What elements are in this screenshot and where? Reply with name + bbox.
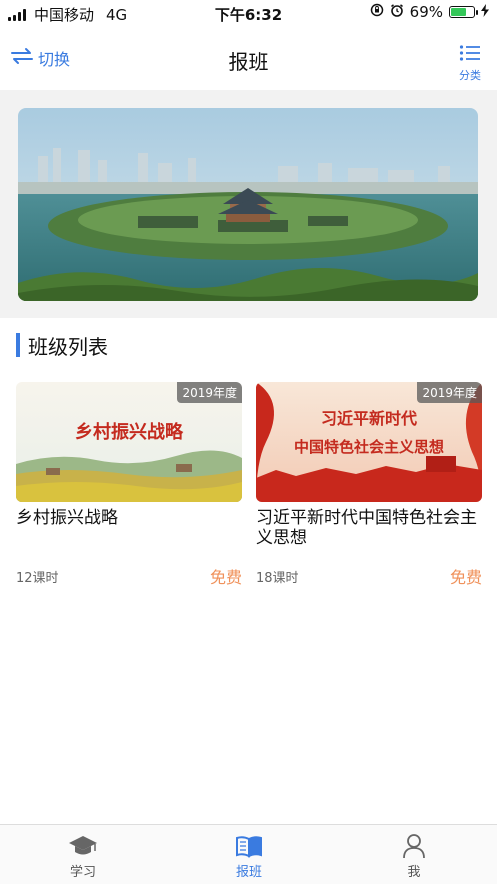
course-title: 乡村振兴战略	[16, 508, 118, 528]
battery-percent: 69%	[409, 3, 443, 21]
tab-bar: 学习 报班 我	[0, 824, 497, 884]
course-thumbnail[interactable]: 乡村振兴战略 2019年度	[16, 382, 242, 502]
alarm-icon	[390, 3, 404, 21]
category-button[interactable]: 分类	[457, 44, 483, 83]
tab-study[interactable]: 学习	[43, 831, 123, 880]
course-price: 免费	[209, 568, 242, 587]
course-meta: 18课时 免费	[256, 564, 482, 588]
thumb-title-text: 乡村振兴战略	[75, 421, 184, 442]
person-icon	[374, 831, 454, 861]
course-card[interactable]: 习近平新时代 中国特色社会主义思想 2019年度 习近平新时代中国特色社会主义思…	[256, 382, 482, 588]
status-right: 69%	[370, 3, 489, 21]
nav-bar: 切换 报班 分类	[0, 26, 497, 90]
tab-me-label: 我	[407, 865, 421, 880]
thumb-title-line2: 中国特色社会主义思想	[294, 438, 444, 456]
course-meta: 12课时 免费	[16, 564, 242, 588]
page-title: 报班	[228, 50, 269, 74]
tab-enroll-label: 报班	[235, 865, 262, 880]
graduation-cap-icon	[43, 831, 123, 861]
course-hours: 18课时	[256, 570, 299, 586]
year-badge: 2019年度	[417, 382, 482, 403]
tab-enroll[interactable]: 报班	[209, 831, 289, 880]
course-card[interactable]: 乡村振兴战略 2019年度 乡村振兴战略 12课时 免费	[16, 382, 242, 588]
course-hours: 12课时	[16, 570, 59, 586]
battery-icon	[449, 6, 478, 18]
banner-image[interactable]	[18, 108, 478, 301]
section-accent-bar	[16, 333, 20, 357]
course-title: 习近平新时代中国特色社会主义思想	[256, 508, 477, 548]
section-header: 班级列表	[16, 332, 108, 359]
thumb-title-line1: 习近平新时代	[321, 409, 417, 428]
course-thumbnail[interactable]: 习近平新时代 中国特色社会主义思想 2019年度	[256, 382, 482, 502]
section-title: 班级列表	[28, 334, 108, 359]
rotation-lock-icon	[370, 3, 384, 21]
open-book-icon	[209, 831, 289, 861]
year-badge: 2019年度	[177, 382, 242, 403]
tab-me[interactable]: 我	[374, 831, 454, 880]
tab-study-label: 学习	[69, 865, 96, 880]
charging-icon	[481, 3, 489, 21]
banner-area	[0, 90, 497, 318]
course-price: 免费	[449, 568, 482, 587]
category-label: 分类	[459, 69, 481, 82]
list-icon	[459, 45, 481, 66]
status-bar: 中国移动 4G 下午6:32 69%	[0, 0, 497, 26]
